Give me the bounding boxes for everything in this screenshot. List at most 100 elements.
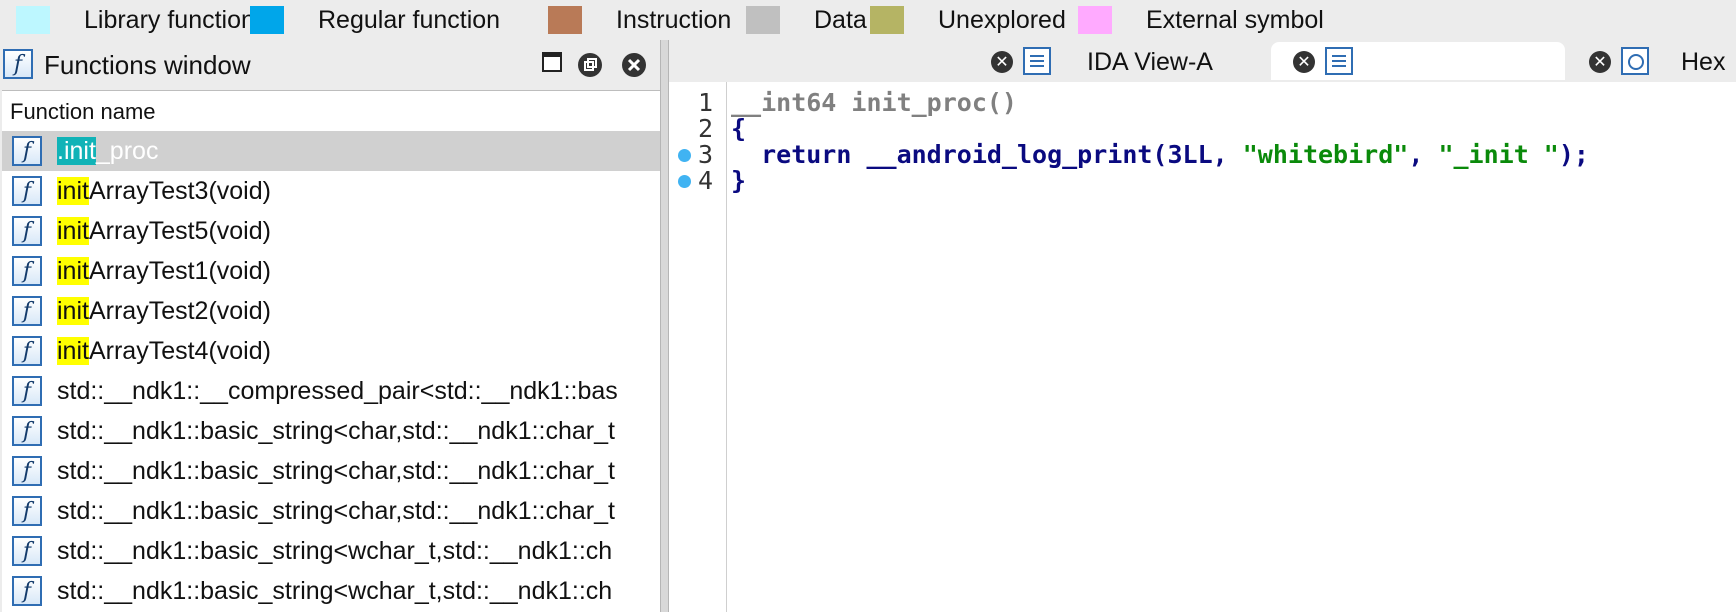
function-name: std::__ndk1::basic_string<char,std::__nd… <box>57 497 615 525</box>
list-item[interactable]: f initArrayTest2(void) <box>2 291 660 331</box>
float-window-icon[interactable] <box>577 52 603 78</box>
column-header-label: Function name <box>10 99 156 124</box>
code-token: } <box>731 166 747 195</box>
close-tab-icon[interactable]: ✕ <box>1589 51 1611 73</box>
search-match-highlight: .init <box>57 137 96 165</box>
code-line[interactable]: 4} <box>669 166 1736 195</box>
list-item[interactable]: f std::__ndk1::basic_string<char,std::__… <box>2 491 660 531</box>
close-tab-icon[interactable]: ✕ <box>1293 51 1315 73</box>
maximize-icon[interactable] <box>540 50 566 76</box>
function-name-rest: ArrayTest4(void) <box>88 337 271 365</box>
legend-swatch <box>746 6 780 34</box>
list-item[interactable]: f initArrayTest5(void) <box>2 211 660 251</box>
list-item[interactable]: f std::__ndk1::basic_string<char,std::__… <box>2 411 660 451</box>
functions-list[interactable]: f .init_proc f initArrayTest3(void) f in… <box>2 131 660 612</box>
search-match-highlight: init <box>57 177 89 205</box>
code-line[interactable]: 1 __int64 init_proc() <box>669 88 1736 117</box>
function-icon: f <box>12 456 42 486</box>
functions-window-title: Functions window <box>44 50 251 80</box>
tab-hex-view[interactable]: ✕ Hex <box>1585 42 1735 80</box>
list-item[interactable]: f .init_proc <box>2 131 660 171</box>
legend-unexplored: Unexplored <box>870 6 1066 34</box>
tab-ida-view-a[interactable]: ✕ IDA View-A <box>987 42 1277 80</box>
legend-data: Data <box>746 6 867 34</box>
hex-view-icon <box>1621 47 1649 75</box>
code-text: } <box>731 166 746 195</box>
text-view-icon <box>1023 47 1051 75</box>
function-icon: f <box>3 49 33 79</box>
function-icon: f <box>12 376 42 406</box>
function-name: initArrayTest2(void) <box>57 297 271 326</box>
function-name-rest: _proc <box>95 137 159 165</box>
legend-label: Instruction <box>616 5 732 34</box>
search-match-highlight: init <box>57 217 89 245</box>
legend-label: Regular function <box>318 5 501 34</box>
list-item[interactable]: f std::__ndk1::basic_string<char,std::__… <box>2 451 660 491</box>
function-name: initArrayTest4(void) <box>57 337 271 366</box>
text-view-icon <box>1325 47 1353 75</box>
code-line[interactable]: 2{ <box>669 114 1736 143</box>
list-item[interactable]: f std::__ndk1::basic_string<wchar_t,std:… <box>2 531 660 571</box>
code-token: return __android_log_print(3LL, <box>731 140 1243 169</box>
legend-label: Unexplored <box>938 5 1066 34</box>
tab-pseudocode[interactable]: ✕ <box>1271 42 1565 80</box>
pane-splitter[interactable] <box>660 40 669 612</box>
code-token: __int64 init_proc() <box>731 88 1017 117</box>
list-item[interactable]: f initArrayTest1(void) <box>2 251 660 291</box>
code-token: ); <box>1558 140 1589 169</box>
function-icon: f <box>12 136 42 166</box>
legend-label: Library function <box>84 5 255 34</box>
functions-window-titlebar[interactable]: f Functions window <box>0 42 660 84</box>
function-icon: f <box>12 416 42 446</box>
code-token: , <box>1408 140 1439 169</box>
legend-swatch <box>870 6 904 34</box>
list-item[interactable]: f std::__ndk1::__compressed_pair<std::__… <box>2 371 660 411</box>
function-name: std::__ndk1::__compressed_pair<std::__nd… <box>57 377 618 405</box>
function-icon: f <box>12 296 42 326</box>
line-number: 4 <box>697 166 713 195</box>
list-item[interactable]: f std::__ndk1::basic_string<wchar_t,std:… <box>2 571 660 611</box>
function-icon: f <box>12 496 42 526</box>
line-number: 3 <box>697 140 713 169</box>
tab-label: IDA View-A <box>1087 48 1213 76</box>
function-name: initArrayTest5(void) <box>57 217 271 246</box>
legend-swatch <box>548 6 582 34</box>
list-item[interactable]: f initArrayTest4(void) <box>2 331 660 371</box>
functions-window: f Functions window Function name f .init… <box>0 40 660 612</box>
function-icon: f <box>12 256 42 286</box>
tab-label: Hex <box>1681 48 1726 76</box>
legend-label: External symbol <box>1146 5 1324 34</box>
function-name: .init_proc <box>57 137 158 166</box>
legend-swatch <box>1078 6 1112 34</box>
code-text: return __android_log_print(3LL, "whitebi… <box>731 140 1589 169</box>
function-icon: f <box>12 176 42 206</box>
code-text: __int64 init_proc() <box>731 88 1017 117</box>
function-name-rest: ArrayTest3(void) <box>88 177 271 205</box>
function-icon: f <box>12 336 42 366</box>
code-line[interactable]: 3 return __android_log_print(3LL, "white… <box>669 140 1736 169</box>
legend-label: Data <box>814 5 867 34</box>
function-name: std::__ndk1::basic_string<char,std::__nd… <box>57 457 615 485</box>
pseudocode-view[interactable]: 1 __int64 init_proc() 2{3 return __android… <box>669 82 1736 612</box>
close-icon[interactable] <box>621 52 647 78</box>
string-literal: "whitebird" <box>1242 140 1409 169</box>
code-text: { <box>731 114 746 143</box>
function-name-rest: ArrayTest2(void) <box>88 297 271 325</box>
function-icon: f <box>12 216 42 246</box>
search-match-highlight: init <box>57 257 89 285</box>
list-item[interactable]: f initArrayTest3(void) <box>2 171 660 211</box>
color-legend: Library function Regular function Instru… <box>0 0 1736 40</box>
view-tab-bar: ✕ IDA View-A ✕ ✕ Hex <box>669 40 1736 82</box>
close-tab-icon[interactable]: ✕ <box>991 51 1013 73</box>
column-header-function-name[interactable]: Function name <box>2 90 660 132</box>
function-name-rest: ArrayTest1(void) <box>88 257 271 285</box>
function-icon: f <box>12 536 42 566</box>
line-number: 2 <box>697 114 713 143</box>
legend-regular-function: Regular function <box>250 6 500 34</box>
search-match-highlight: init <box>57 297 89 325</box>
legend-swatch <box>16 6 50 34</box>
legend-swatch <box>250 6 284 34</box>
legend-external-symbol: External symbol <box>1078 6 1324 34</box>
code-token: { <box>731 114 747 143</box>
legend-library-function: Library function <box>16 6 255 34</box>
